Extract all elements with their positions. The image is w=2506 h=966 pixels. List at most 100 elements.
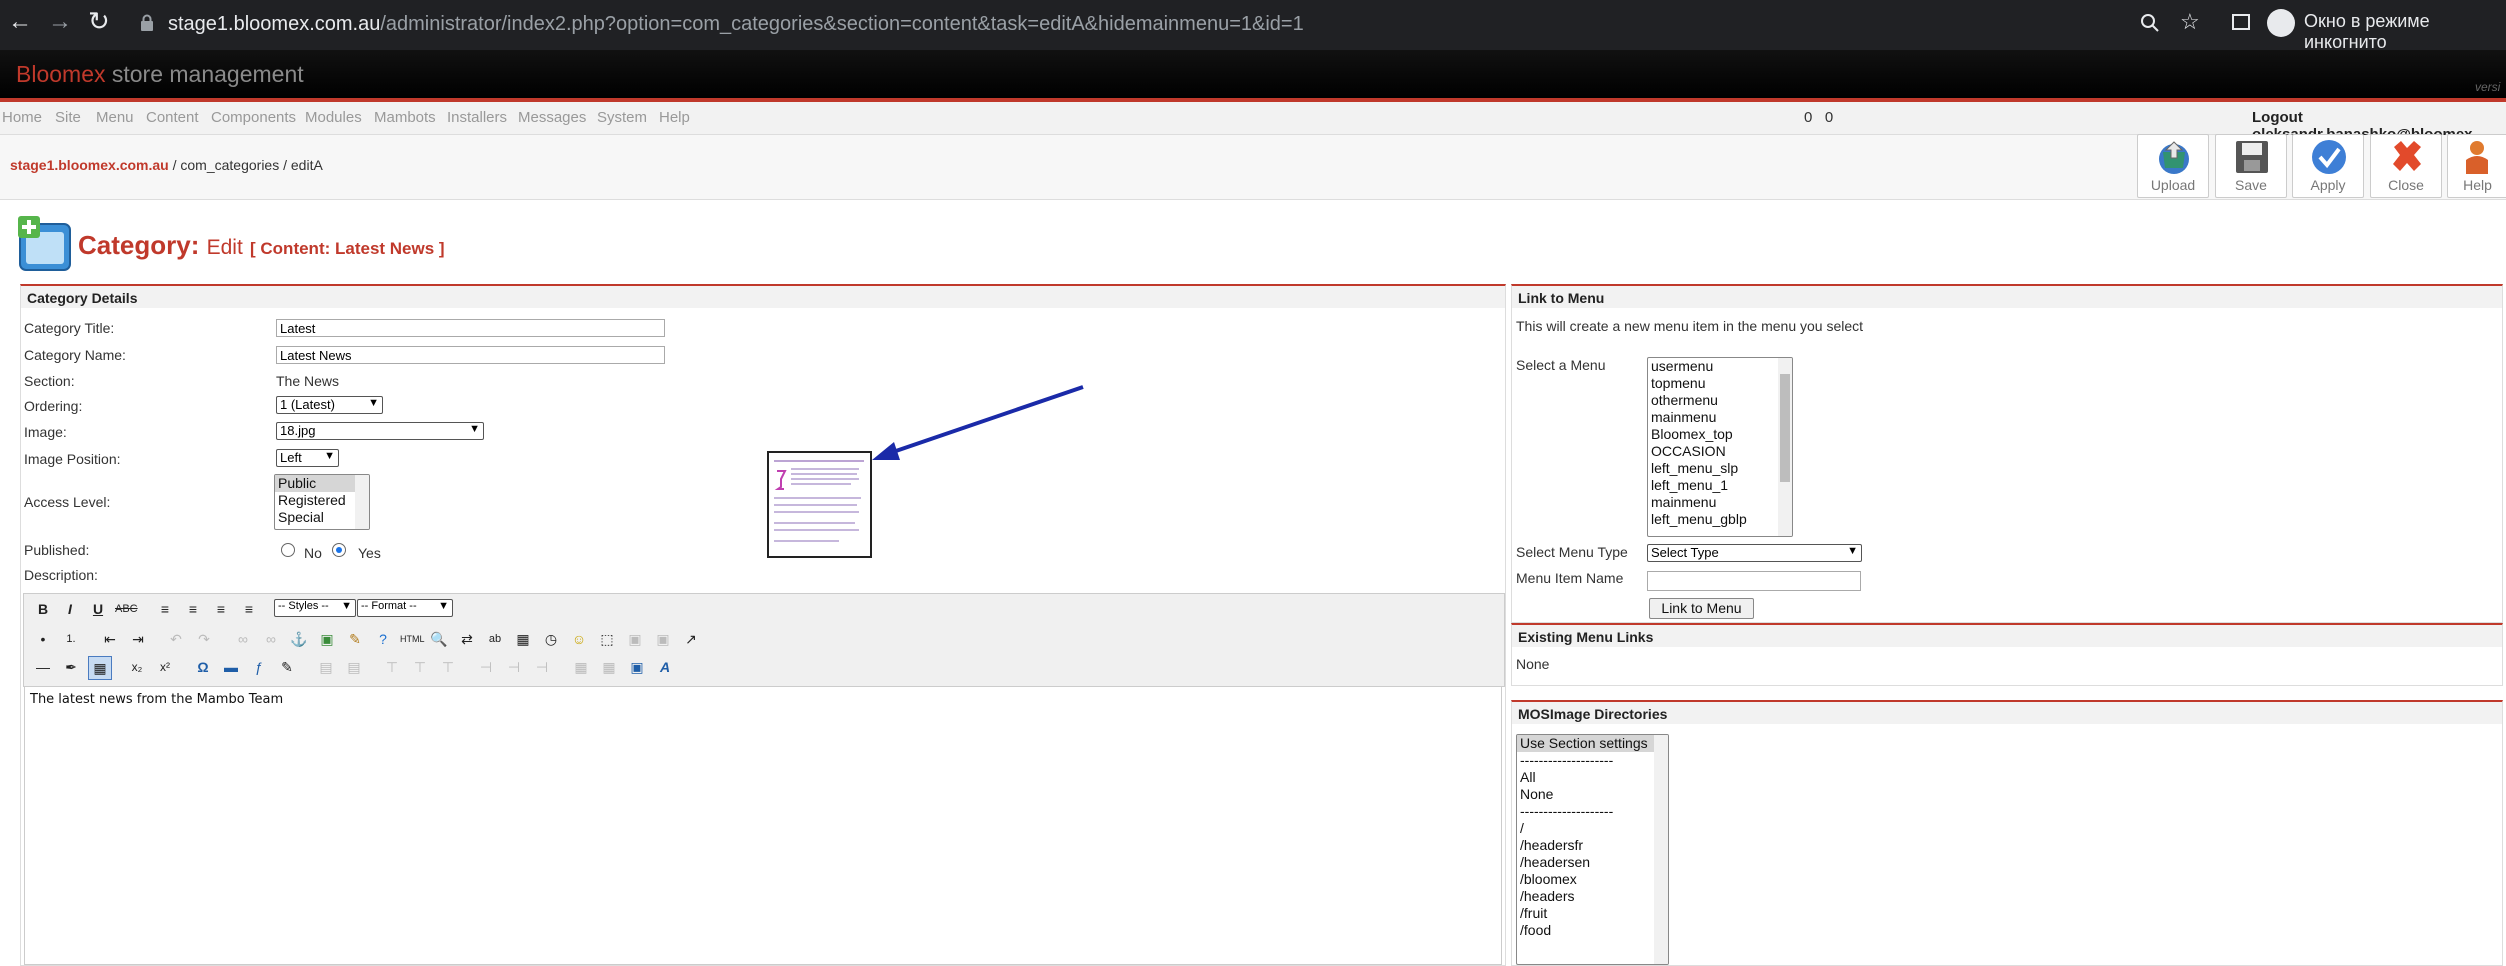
zoom-icon[interactable] [2140,13,2160,38]
menu-home[interactable]: Home [2,109,42,126]
emoticon-icon[interactable]: ☺ [568,628,590,650]
access-scrollbar[interactable] [355,475,369,529]
row-props-icon[interactable]: ▤ [315,656,337,678]
styles-select[interactable]: -- Styles -- ▼ [274,599,356,617]
bold-icon[interactable]: B [32,598,54,620]
merge-cells-icon[interactable]: ▦ [598,656,620,678]
align-left-icon[interactable]: ≡ [154,598,176,620]
mosimage-option[interactable]: / [1517,820,1668,837]
edit-icon[interactable]: ✎ [276,656,298,678]
flash-icon[interactable]: ƒ [248,656,270,678]
mosimage-option[interactable]: -------------------- [1517,752,1668,769]
menu-option[interactable]: othermenu [1648,392,1792,409]
media-icon[interactable]: ▬ [220,656,242,678]
replace-icon[interactable]: ⇄ [456,628,478,650]
back-icon[interactable]: ← [8,8,32,36]
url-text[interactable]: stage1.bloomex.com.au/administrator/inde… [168,13,1304,36]
menu-messages[interactable]: Messages [518,109,586,126]
select-all-icon[interactable]: ↗ [680,628,702,650]
menu-components[interactable]: Components [211,109,296,126]
mosimage-option[interactable]: /bloomex [1517,871,1668,888]
published-yes-radio[interactable] [332,543,346,557]
save-button[interactable]: Save [2215,134,2287,198]
image-select[interactable]: 18.jpg ▼ [276,422,484,440]
paste-word-icon[interactable]: ▣ [652,628,674,650]
close-button[interactable]: Close [2370,134,2442,198]
insert-row-before-icon[interactable]: ⊤ [381,656,403,678]
image-insert-icon[interactable]: ▣ [316,628,338,650]
mosimage-option[interactable]: /food [1517,922,1668,939]
menu-option[interactable]: left_menu_1 [1648,477,1792,494]
image-position-select[interactable]: Left ▼ [276,449,339,467]
superscript-icon[interactable]: x² [154,656,176,678]
mosimage-option[interactable]: /headersen [1517,854,1668,871]
description-editor[interactable] [24,686,1502,965]
insert-row-after-icon[interactable]: ⊤ [409,656,431,678]
italic-icon[interactable]: I [59,598,81,620]
incognito-label[interactable]: Окно в режиме инкогнито [2304,11,2506,53]
menu-site[interactable]: Site [55,109,81,126]
mosimage-option[interactable]: -------------------- [1517,803,1668,820]
mosimage-option[interactable]: None [1517,786,1668,803]
apply-button[interactable]: Apply [2292,134,2364,198]
reload-icon[interactable]: ↻ [88,6,110,37]
link-to-menu-button[interactable]: Link to Menu [1649,598,1754,619]
menu-option[interactable]: OCCASION [1648,443,1792,460]
menu-item-name-input[interactable] [1647,571,1861,591]
menu-system[interactable]: System [597,109,647,126]
mosimage-option[interactable]: Use Section settings [1517,735,1668,752]
search-icon[interactable]: 🔍 [428,628,450,650]
paste-text-icon[interactable]: ▣ [624,628,646,650]
menu-list-scrollbar[interactable] [1778,358,1792,536]
unlink-icon[interactable]: ∞ [260,628,282,650]
mosimage-scrollbar[interactable] [1654,735,1668,964]
font-style-icon[interactable]: A [654,656,676,678]
align-center-icon[interactable]: ≡ [182,598,204,620]
mosimage-option[interactable]: All [1517,769,1668,786]
lock-icon[interactable] [140,14,153,31]
outdent-icon[interactable]: ⇤ [99,628,121,650]
spellcheck-icon[interactable]: ab [484,628,506,650]
special-char-icon[interactable]: Ω [192,656,214,678]
bookmark-star-icon[interactable]: ☆ [2180,9,2200,35]
upload-button[interactable]: Upload [2137,134,2209,198]
visual-aid-icon[interactable]: ⬚ [596,628,618,650]
delete-col-icon[interactable]: ⊣ [531,656,553,678]
published-no-radio[interactable] [281,543,295,557]
visual-table-icon[interactable]: ▦ [88,656,112,680]
delete-row-icon[interactable]: ⊤ [437,656,459,678]
anchor-icon[interactable]: ⚓ [288,628,310,650]
access-level-listbox[interactable]: Public Registered Special [274,474,370,530]
help-button[interactable]: Help [2447,134,2506,198]
help-icon[interactable]: ? [372,628,394,650]
indent-icon[interactable]: ⇥ [127,628,149,650]
mosimage-listbox[interactable]: Use Section settings -------------------… [1516,734,1669,965]
menu-modules[interactable]: Modules [305,109,362,126]
editor-content[interactable]: The latest news from the Mambo Team [30,692,283,707]
menu-option[interactable]: left_menu_slp [1648,460,1792,477]
menu-mambots[interactable]: Mambots [374,109,436,126]
link-icon[interactable]: ∞ [232,628,254,650]
menu-type-select[interactable]: Select Type ▼ [1647,544,1862,562]
menu-content[interactable]: Content [146,109,199,126]
menu-option[interactable]: topmenu [1648,375,1792,392]
cleanup-icon[interactable]: ✎ [344,628,366,650]
time-icon[interactable]: ◷ [540,628,562,650]
horizontal-rule-icon[interactable]: — [32,656,54,678]
remove-format-icon[interactable]: ✒ [60,656,82,678]
category-title-input[interactable] [276,319,665,337]
mosimage-option[interactable]: /headersfr [1517,837,1668,854]
split-cells-icon[interactable]: ▦ [570,656,592,678]
ordering-select[interactable]: 1 (Latest) ▼ [276,396,383,414]
mosimage-option[interactable]: /headers [1517,888,1668,905]
mosimage-option[interactable]: /fruit [1517,905,1668,922]
menu-help[interactable]: Help [659,109,690,126]
menu-option[interactable]: mainmenu [1648,409,1792,426]
date-icon[interactable]: ▦ [512,628,534,650]
menu-option[interactable]: Bloomex_top [1648,426,1792,443]
side-panel-icon[interactable] [2232,14,2250,30]
menu-option[interactable]: usermenu [1648,358,1792,375]
menu-option[interactable]: mainmenu [1648,494,1792,511]
cell-props-icon[interactable]: ▤ [343,656,365,678]
subscript-icon[interactable]: x₂ [126,656,148,678]
